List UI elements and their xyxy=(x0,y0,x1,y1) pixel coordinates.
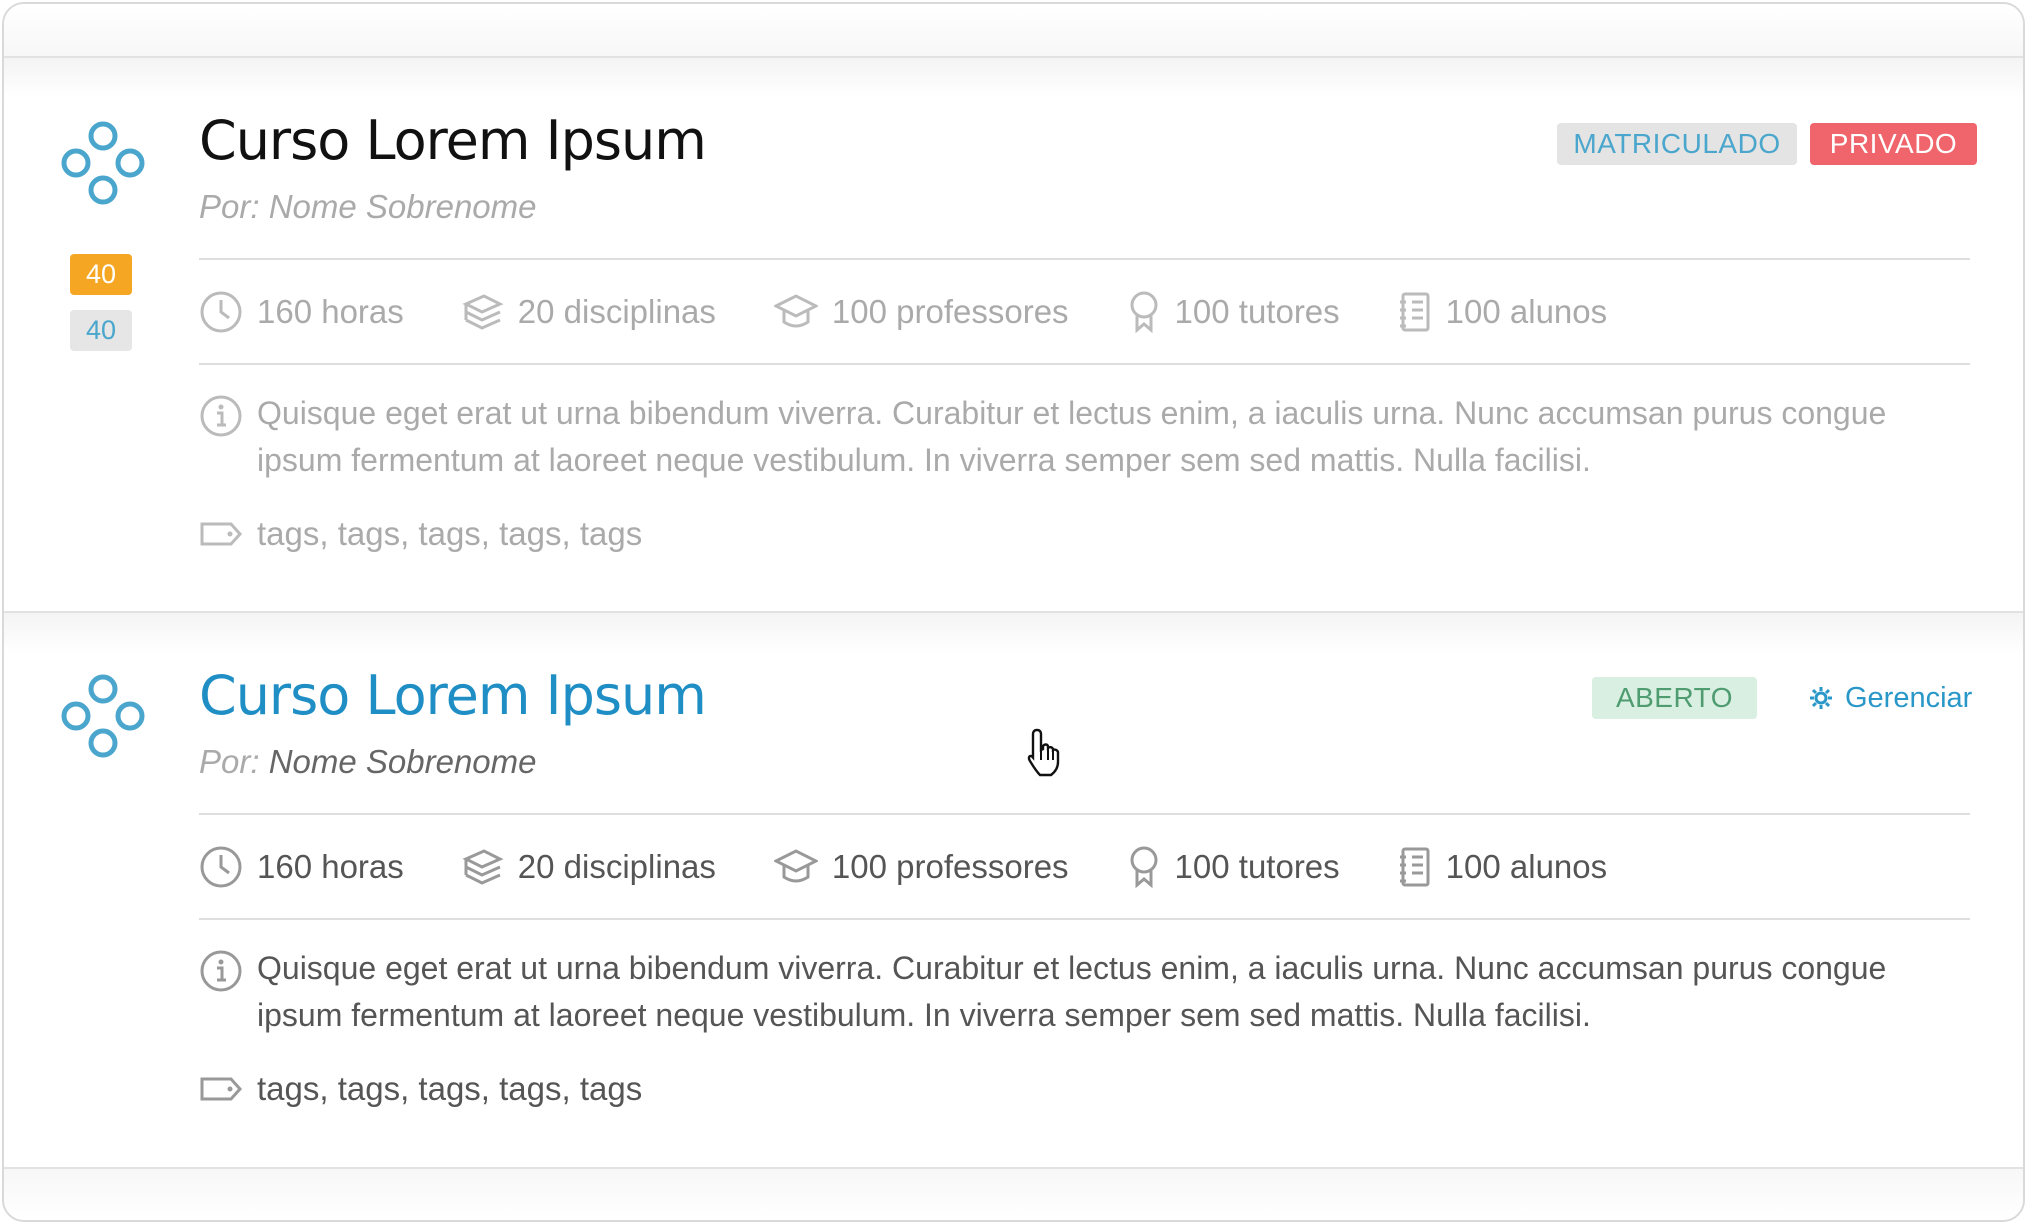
course-description: Quisque eget erat ut urna bibendum viver… xyxy=(199,390,1903,484)
stat-subjects: 20 disciplinas xyxy=(462,290,716,334)
author-name: Nome Sobrenome xyxy=(268,188,537,225)
divider xyxy=(199,918,1970,920)
graduation-cap-icon xyxy=(773,294,818,328)
stat-hours: 160 horas xyxy=(199,290,404,334)
divider xyxy=(199,258,1970,260)
tags-text[interactable]: tags, tags, tags, tags, tags xyxy=(257,1070,642,1108)
divider xyxy=(199,813,1970,815)
stat-subjects: 20 disciplinas xyxy=(462,845,716,889)
tags-text[interactable]: tags, tags, tags, tags, tags xyxy=(257,515,642,553)
course-author: Por: Nome Sobrenome xyxy=(199,188,537,226)
course-title[interactable]: Curso Lorem Ipsum xyxy=(199,111,707,171)
course-list-window: 40 40 Curso Lorem Ipsum Por: Nome Sobren… xyxy=(2,2,2025,1222)
stat-teachers-text: 100 professores xyxy=(831,848,1069,885)
award-ribbon-icon xyxy=(1130,291,1158,334)
manage-button[interactable]: Gerenciar xyxy=(1809,677,1972,719)
info-icon xyxy=(200,395,242,437)
course-stats: 160 horas 20 disciplinas 100 professores… xyxy=(199,842,1665,892)
notebook-icon xyxy=(1399,847,1430,887)
stat-students: 100 alunos xyxy=(1398,290,1607,334)
notebook-icon xyxy=(1399,292,1430,332)
stat-students: 100 alunos xyxy=(1398,845,1607,889)
course-card[interactable]: 40 40 Curso Lorem Ipsum Por: Nome Sobren… xyxy=(4,58,2023,613)
description-text: Quisque eget erat ut urna bibendum viver… xyxy=(257,395,1887,478)
status-badge-private: PRIVADO xyxy=(1810,123,1977,165)
stat-hours-text: 160 horas xyxy=(257,293,404,330)
course-tags: tags, tags, tags, tags, tags xyxy=(199,515,642,553)
clock-icon xyxy=(200,846,242,888)
manage-label: Gerenciar xyxy=(1845,681,1973,714)
divider xyxy=(199,363,1970,365)
hand-pointer-icon xyxy=(1027,728,1060,777)
author-label: Por: xyxy=(199,743,260,780)
stat-tutors-text: 100 tutores xyxy=(1174,293,1340,330)
books-icon xyxy=(462,849,504,885)
stat-subjects-text: 20 disciplinas xyxy=(517,848,716,885)
course-author: Por: Nome Sobrenome xyxy=(199,743,537,781)
course-logo-icon xyxy=(61,121,145,205)
info-icon xyxy=(200,950,242,992)
clock-icon xyxy=(200,291,242,333)
course-tags: tags, tags, tags, tags, tags xyxy=(199,1070,642,1108)
stat-teachers-text: 100 professores xyxy=(831,293,1069,330)
score-badge-orange: 40 xyxy=(70,254,132,295)
author-label: Por: xyxy=(199,188,260,225)
graduation-cap-icon xyxy=(773,849,818,883)
stat-tutors-text: 100 tutores xyxy=(1174,848,1340,885)
stat-students-text: 100 alunos xyxy=(1445,293,1608,330)
author-name: Nome Sobrenome xyxy=(268,743,537,780)
list-bottom-edge xyxy=(4,1169,2023,1220)
tag-icon xyxy=(200,522,243,546)
course-stats: 160 horas 20 disciplinas 100 professores… xyxy=(199,287,1665,337)
course-title-link[interactable]: Curso Lorem Ipsum xyxy=(199,666,707,726)
course-logo-icon xyxy=(61,674,145,758)
books-icon xyxy=(462,294,504,330)
gear-icon xyxy=(1810,687,1832,709)
stat-subjects-text: 20 disciplinas xyxy=(517,293,716,330)
list-top-edge xyxy=(4,4,2023,58)
stat-tutors: 100 tutores xyxy=(1127,290,1340,334)
stat-hours-text: 160 horas xyxy=(257,848,404,885)
stat-tutors: 100 tutores xyxy=(1127,845,1340,889)
stat-teachers: 100 professores xyxy=(773,290,1069,334)
status-badge-enrolled: MATRICULADO xyxy=(1557,123,1797,165)
stat-teachers: 100 professores xyxy=(773,845,1069,889)
course-description: Quisque eget erat ut urna bibendum viver… xyxy=(199,945,1903,1039)
stat-students-text: 100 alunos xyxy=(1445,848,1608,885)
stat-hours: 160 horas xyxy=(199,845,404,889)
tag-icon xyxy=(200,1077,243,1101)
description-text: Quisque eget erat ut urna bibendum viver… xyxy=(257,950,1887,1033)
status-badge-open: ABERTO xyxy=(1592,677,1757,719)
score-badge-grey: 40 xyxy=(70,310,132,351)
award-ribbon-icon xyxy=(1130,846,1158,889)
course-card[interactable]: Curso Lorem Ipsum Por: Nome Sobrenome AB… xyxy=(4,613,2023,1169)
